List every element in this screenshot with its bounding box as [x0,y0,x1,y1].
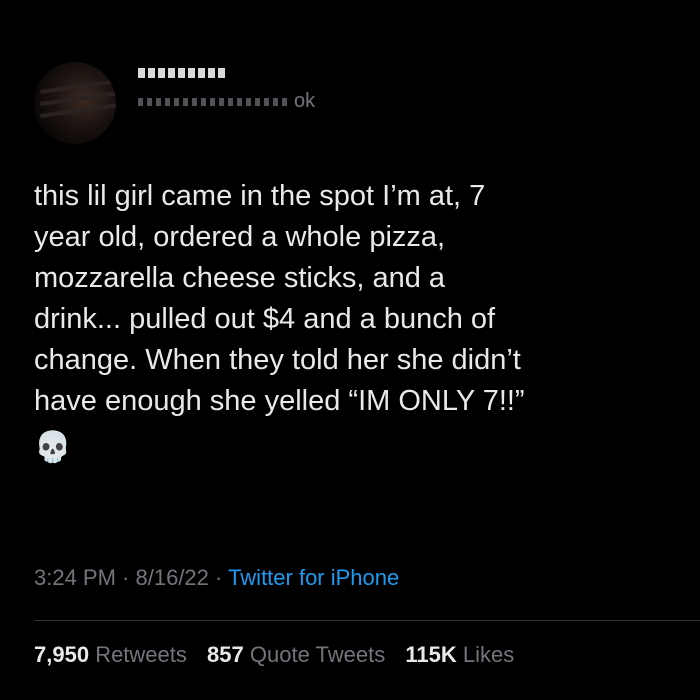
handle-row[interactable]: ok [138,88,438,118]
retweets-label: Retweets [95,642,187,667]
display-name-redacted[interactable] [138,68,228,78]
tweet-stats: 7,950 Retweets 857 Quote Tweets 115K Lik… [34,642,528,668]
quote-tweets-count: 857 [207,642,244,667]
likes-label: Likes [462,642,515,667]
separator: · [208,565,229,590]
tweet-source-link[interactable]: Twitter for iPhone [228,565,399,590]
tweet-header: ok [34,62,674,144]
tweet-line: drink... pulled out $4 and a bunch of [34,303,496,335]
quote-tweets-stat[interactable]: 857 Quote Tweets [207,642,385,667]
likes-stat[interactable]: 115K Likes [405,642,514,667]
separator: · [115,565,136,590]
tweet-line: mozzarella cheese sticks, and a [34,262,446,294]
retweets-stat[interactable]: 7,950 Retweets [34,642,187,667]
retweets-count: 7,950 [34,642,90,667]
avatar[interactable] [34,62,116,144]
tweet-line: this lil girl came in the spot I’m at, 7 [34,180,486,212]
tweet-time[interactable]: 3:24 PM [34,565,116,590]
tweet-line: have enough she yelled “IM ONLY 7!!” [34,385,525,417]
tweet-meta: 3:24 PM · 8/16/22 · Twitter for iPhone [34,565,399,591]
divider [34,620,700,621]
tweet-line: change. When they told her she didn’t [34,344,521,376]
skull-icon: 💀 [34,431,72,464]
tweet-date[interactable]: 8/16/22 [136,565,209,590]
tweet-line: year old, ordered a whole pizza, [34,221,446,253]
quote-tweets-label: Quote Tweets [249,642,386,667]
redaction-scribble [40,78,116,94]
handle-redacted [138,98,288,106]
likes-count: 115K [405,642,457,667]
handle-visible-fragment: ok [294,90,316,112]
tweet-text: this lil girl came in the spot I’m at, 7… [34,176,674,470]
